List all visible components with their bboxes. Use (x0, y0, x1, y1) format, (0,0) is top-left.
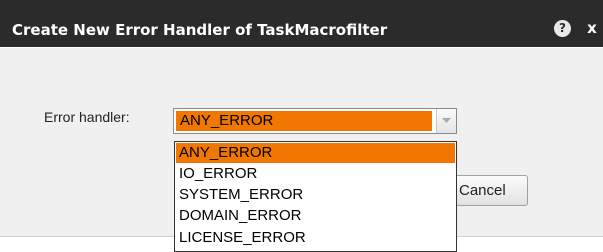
error-handler-selected-value: ANY_ERROR (176, 111, 432, 131)
error-handler-dropdown-list[interactable]: ANY_ERROR IO_ERROR SYSTEM_ERROR DOMAIN_E… (174, 141, 457, 252)
chevron-down-icon (442, 118, 451, 123)
dropdown-option-domain-error[interactable]: DOMAIN_ERROR (176, 206, 455, 226)
error-handler-select[interactable]: ANY_ERROR (173, 108, 457, 134)
close-icon[interactable]: x (584, 19, 600, 37)
help-icon[interactable]: ? (554, 20, 571, 37)
error-handler-label: Error handler: (44, 109, 130, 125)
dropdown-button[interactable] (436, 109, 456, 133)
dropdown-option-license-error[interactable]: LICENSE_ERROR (176, 228, 455, 248)
dropdown-option-any-error[interactable]: ANY_ERROR (176, 143, 455, 163)
cancel-button-label: Cancel (459, 182, 506, 199)
dropdown-option-system-error[interactable]: SYSTEM_ERROR (176, 185, 455, 205)
error-handler-dialog: Create New Error Handler of TaskMacrofil… (0, 0, 603, 252)
dialog-title: Create New Error Handler of TaskMacrofil… (12, 21, 388, 39)
dropdown-option-io-error[interactable]: IO_ERROR (176, 164, 455, 184)
dialog-titlebar[interactable]: Create New Error Handler of TaskMacrofil… (0, 0, 603, 47)
page: Create New Error Handler of TaskMacrofil… (0, 0, 603, 252)
